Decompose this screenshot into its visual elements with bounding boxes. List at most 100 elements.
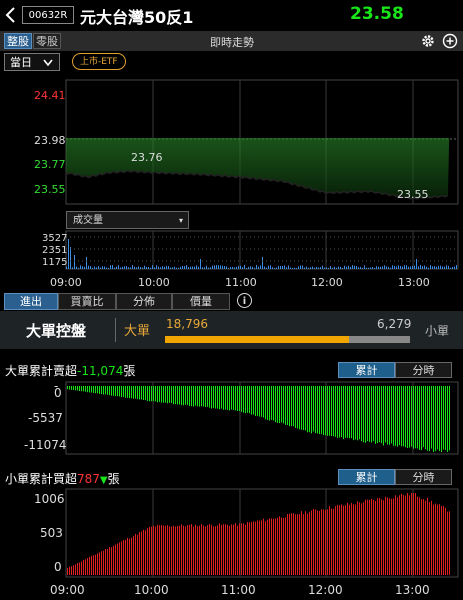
large-order-bar	[299, 386, 300, 430]
stock-code[interactable]: 00632R	[22, 6, 74, 24]
volume-bar	[320, 267, 321, 269]
small-order-bar	[395, 495, 396, 575]
large-order-bar	[75, 386, 76, 391]
large-order-bar	[285, 386, 286, 425]
small-order-bar	[365, 499, 366, 575]
volume-bar	[220, 265, 221, 269]
volume-bar	[454, 266, 455, 269]
gear-icon[interactable]	[420, 33, 436, 49]
large-order-bar	[69, 386, 70, 390]
volume-bar	[152, 265, 153, 269]
large-y-mid: -5537	[28, 411, 63, 425]
volume-bar	[272, 267, 273, 269]
volume-bar	[308, 267, 309, 269]
large-order-bar	[429, 386, 430, 452]
back-icon[interactable]	[4, 6, 18, 24]
volume-bar	[208, 267, 209, 269]
small-order-bar	[205, 526, 206, 575]
price-annot-low: 23.55	[397, 188, 429, 201]
large-order-bar	[279, 386, 280, 424]
volume-bar	[90, 266, 91, 269]
volume-bar	[114, 267, 115, 269]
large-order-bar	[241, 386, 242, 412]
volume-bar	[406, 265, 407, 269]
volume-bar	[294, 267, 295, 269]
price-chart[interactable]	[0, 76, 463, 291]
small-order-bar	[359, 502, 360, 575]
large-order-bar	[95, 386, 96, 394]
volume-bar	[284, 265, 285, 269]
large-order-bar	[275, 386, 276, 423]
small-order-bar	[401, 493, 402, 575]
small-order-bar	[377, 498, 378, 575]
price-label-mid: 23.77	[34, 158, 66, 171]
small-order-bar	[223, 524, 224, 575]
large-order-bar	[119, 386, 120, 397]
volume-bar	[188, 267, 189, 269]
small-order-bar	[383, 500, 384, 575]
large-order-bar	[389, 386, 390, 445]
volume-indicator-select[interactable]: 成交量 ▾	[66, 211, 189, 229]
small-order-bar	[197, 526, 198, 575]
large-seg-cumulative[interactable]: 累計	[338, 362, 395, 378]
small-order-bar	[259, 520, 260, 575]
small-order-bar	[247, 522, 248, 575]
add-icon[interactable]	[442, 33, 458, 49]
small-time-1200: 12:00	[308, 583, 343, 597]
volume-bar	[214, 265, 215, 269]
volume-bar	[186, 265, 187, 269]
small-order-bar	[209, 524, 210, 575]
info-icon[interactable]: i	[237, 293, 252, 308]
volume-bar	[306, 266, 307, 269]
volume-bar	[102, 266, 103, 269]
small-order-bar	[85, 559, 86, 575]
tab-distribution[interactable]: 分佈	[116, 293, 172, 310]
large-order-bar	[157, 386, 158, 403]
small-time-0900: 09:00	[50, 583, 85, 597]
large-order-bar	[207, 386, 208, 407]
small-seg-cumulative[interactable]: 累計	[338, 469, 395, 485]
small-order-bar	[389, 498, 390, 575]
small-order-bar	[337, 505, 338, 575]
small-order-bar	[361, 503, 362, 575]
large-order-bar	[67, 386, 68, 390]
volume-bar	[362, 267, 363, 269]
large-order-bar	[397, 386, 398, 447]
small-seg-by-time[interactable]: 分時	[395, 469, 452, 485]
tab-odd-lot[interactable]: 零股	[33, 33, 61, 49]
large-order-bar	[245, 386, 246, 414]
day-select[interactable]: 當日	[4, 53, 60, 71]
large-order-bar	[327, 386, 328, 436]
small-order-bar	[181, 524, 182, 575]
large-order-bar	[85, 386, 86, 392]
large-order-bar	[257, 386, 258, 416]
volume-bar	[426, 266, 427, 269]
volume-bar	[300, 265, 301, 269]
tab-price-volume[interactable]: 價量	[172, 293, 230, 310]
volume-bar	[226, 266, 227, 269]
large-order-bar	[329, 386, 330, 436]
small-order-bar	[97, 553, 98, 575]
large-order-bar	[337, 386, 338, 438]
tab-flow[interactable]: 進出	[4, 293, 58, 310]
volume-bar	[428, 267, 429, 269]
large-order-bar	[103, 386, 104, 395]
large-seg-by-time[interactable]: 分時	[395, 362, 452, 378]
volume-bar	[224, 266, 225, 269]
volume-bar	[370, 267, 371, 269]
small-order-bar	[95, 554, 96, 575]
volume-bar	[290, 267, 291, 269]
volume-bar	[198, 266, 199, 269]
small-order-bar	[71, 566, 72, 575]
tab-buy-sell-ratio[interactable]: 買賣比	[58, 293, 116, 310]
tab-whole-lot[interactable]: 整股	[4, 33, 32, 49]
large-order-bar	[265, 386, 266, 420]
small-order-bar	[405, 495, 406, 575]
volume-bar	[254, 267, 255, 269]
large-order-bar	[227, 386, 228, 410]
down-arrow-icon: ▼	[99, 475, 108, 486]
small-order-bar	[347, 502, 348, 575]
large-order-bar	[363, 386, 364, 443]
large-order-bar	[147, 386, 148, 402]
volume-bar	[154, 267, 155, 269]
